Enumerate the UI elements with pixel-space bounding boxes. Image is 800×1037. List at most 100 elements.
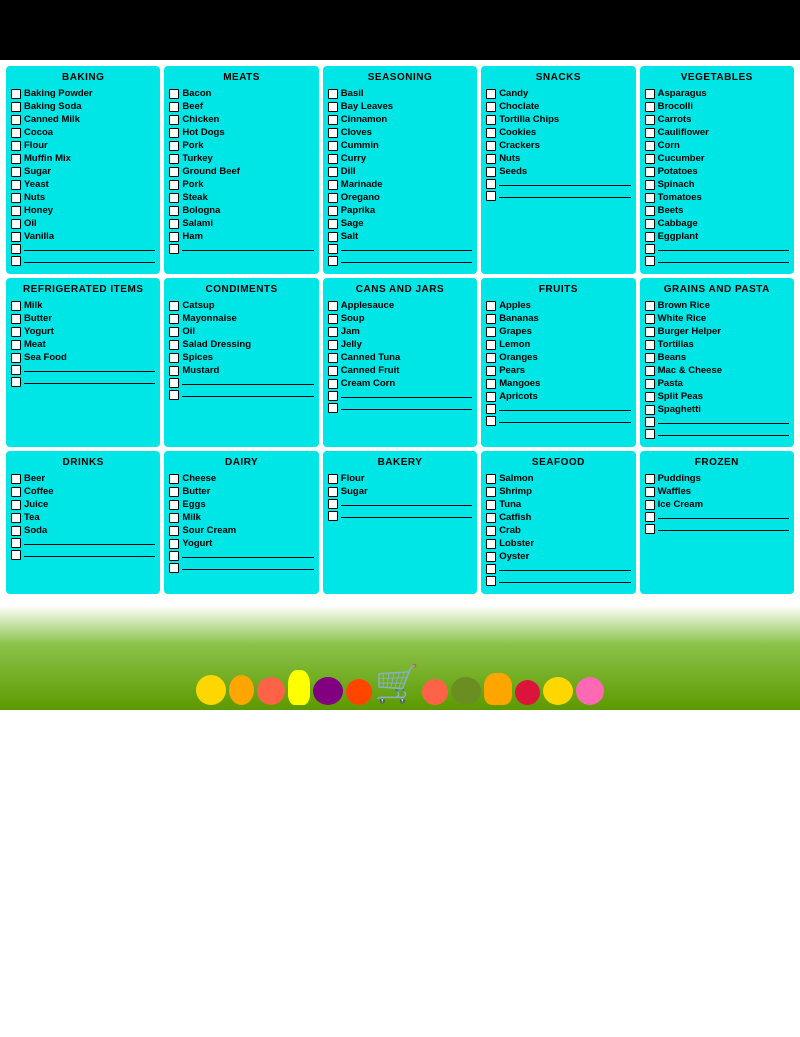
blank-line[interactable] bbox=[486, 404, 630, 414]
list-item[interactable]: Nuts bbox=[11, 192, 155, 203]
list-item[interactable]: Salad Dressing bbox=[169, 339, 313, 350]
list-item[interactable]: Marinade bbox=[328, 179, 472, 190]
item-checkbox[interactable] bbox=[328, 141, 338, 151]
blank-checkbox[interactable] bbox=[645, 256, 655, 266]
item-checkbox[interactable] bbox=[328, 193, 338, 203]
item-checkbox[interactable] bbox=[169, 232, 179, 242]
item-checkbox[interactable] bbox=[328, 128, 338, 138]
item-checkbox[interactable] bbox=[169, 539, 179, 549]
list-item[interactable]: Puddings bbox=[645, 473, 789, 484]
list-item[interactable]: Basil bbox=[328, 88, 472, 99]
item-checkbox[interactable] bbox=[11, 340, 21, 350]
list-item[interactable]: Meat bbox=[11, 339, 155, 350]
item-checkbox[interactable] bbox=[328, 89, 338, 99]
item-checkbox[interactable] bbox=[486, 474, 496, 484]
item-checkbox[interactable] bbox=[645, 301, 655, 311]
list-item[interactable]: Apricots bbox=[486, 391, 630, 402]
item-checkbox[interactable] bbox=[328, 314, 338, 324]
item-checkbox[interactable] bbox=[645, 366, 655, 376]
blank-line[interactable] bbox=[645, 429, 789, 439]
item-checkbox[interactable] bbox=[486, 314, 496, 324]
item-checkbox[interactable] bbox=[486, 89, 496, 99]
list-item[interactable]: Bananas bbox=[486, 313, 630, 324]
blank-line[interactable] bbox=[486, 576, 630, 586]
list-item[interactable]: Oyster bbox=[486, 551, 630, 562]
list-item[interactable]: Tomatoes bbox=[645, 192, 789, 203]
item-checkbox[interactable] bbox=[328, 219, 338, 229]
blank-line[interactable] bbox=[486, 179, 630, 189]
blank-line[interactable] bbox=[169, 378, 313, 388]
list-item[interactable]: Cucumber bbox=[645, 153, 789, 164]
list-item[interactable]: Sea Food bbox=[11, 352, 155, 363]
list-item[interactable]: Mac & Cheese bbox=[645, 365, 789, 376]
list-item[interactable]: Crackers bbox=[486, 140, 630, 151]
list-item[interactable]: Butter bbox=[169, 486, 313, 497]
list-item[interactable]: Cookies bbox=[486, 127, 630, 138]
list-item[interactable]: Muffin Mix bbox=[11, 153, 155, 164]
item-checkbox[interactable] bbox=[169, 193, 179, 203]
item-checkbox[interactable] bbox=[169, 180, 179, 190]
item-checkbox[interactable] bbox=[11, 167, 21, 177]
list-item[interactable]: Sage bbox=[328, 218, 472, 229]
blank-line[interactable] bbox=[11, 550, 155, 560]
list-item[interactable]: Grapes bbox=[486, 326, 630, 337]
item-checkbox[interactable] bbox=[169, 206, 179, 216]
list-item[interactable]: Seeds bbox=[486, 166, 630, 177]
blank-line[interactable] bbox=[645, 244, 789, 254]
list-item[interactable]: Honey bbox=[11, 205, 155, 216]
list-item[interactable]: Corn bbox=[645, 140, 789, 151]
item-checkbox[interactable] bbox=[11, 474, 21, 484]
blank-checkbox[interactable] bbox=[486, 191, 496, 201]
item-checkbox[interactable] bbox=[328, 301, 338, 311]
blank-checkbox[interactable] bbox=[645, 417, 655, 427]
item-checkbox[interactable] bbox=[169, 219, 179, 229]
blank-checkbox[interactable] bbox=[486, 564, 496, 574]
item-checkbox[interactable] bbox=[486, 487, 496, 497]
item-checkbox[interactable] bbox=[328, 102, 338, 112]
blank-checkbox[interactable] bbox=[328, 391, 338, 401]
list-item[interactable]: White Rice bbox=[645, 313, 789, 324]
item-checkbox[interactable] bbox=[645, 115, 655, 125]
item-checkbox[interactable] bbox=[645, 340, 655, 350]
blank-line[interactable] bbox=[328, 391, 472, 401]
item-checkbox[interactable] bbox=[486, 552, 496, 562]
item-checkbox[interactable] bbox=[169, 500, 179, 510]
item-checkbox[interactable] bbox=[169, 353, 179, 363]
list-item[interactable]: Ice Cream bbox=[645, 499, 789, 510]
item-checkbox[interactable] bbox=[11, 193, 21, 203]
list-item[interactable]: Yogurt bbox=[11, 326, 155, 337]
blank-checkbox[interactable] bbox=[169, 563, 179, 573]
list-item[interactable]: Coffee bbox=[11, 486, 155, 497]
list-item[interactable]: Apples bbox=[486, 300, 630, 311]
blank-line[interactable] bbox=[486, 191, 630, 201]
blank-checkbox[interactable] bbox=[11, 256, 21, 266]
list-item[interactable]: Oranges bbox=[486, 352, 630, 363]
item-checkbox[interactable] bbox=[11, 206, 21, 216]
item-checkbox[interactable] bbox=[486, 500, 496, 510]
blank-line[interactable] bbox=[328, 499, 472, 509]
list-item[interactable]: Cummin bbox=[328, 140, 472, 151]
list-item[interactable]: Paprika bbox=[328, 205, 472, 216]
item-checkbox[interactable] bbox=[486, 526, 496, 536]
item-checkbox[interactable] bbox=[169, 115, 179, 125]
blank-checkbox[interactable] bbox=[11, 538, 21, 548]
list-item[interactable]: Carrots bbox=[645, 114, 789, 125]
list-item[interactable]: Ground Beef bbox=[169, 166, 313, 177]
item-checkbox[interactable] bbox=[11, 232, 21, 242]
blank-checkbox[interactable] bbox=[169, 378, 179, 388]
blank-checkbox[interactable] bbox=[486, 576, 496, 586]
item-checkbox[interactable] bbox=[11, 115, 21, 125]
list-item[interactable]: Salami bbox=[169, 218, 313, 229]
list-item[interactable]: Jelly bbox=[328, 339, 472, 350]
list-item[interactable]: Baking Powder bbox=[11, 88, 155, 99]
list-item[interactable]: Chicken bbox=[169, 114, 313, 125]
list-item[interactable]: Milk bbox=[11, 300, 155, 311]
item-checkbox[interactable] bbox=[645, 392, 655, 402]
item-checkbox[interactable] bbox=[486, 379, 496, 389]
item-checkbox[interactable] bbox=[11, 102, 21, 112]
blank-checkbox[interactable] bbox=[169, 551, 179, 561]
item-checkbox[interactable] bbox=[11, 500, 21, 510]
item-checkbox[interactable] bbox=[486, 115, 496, 125]
item-checkbox[interactable] bbox=[486, 392, 496, 402]
item-checkbox[interactable] bbox=[11, 128, 21, 138]
